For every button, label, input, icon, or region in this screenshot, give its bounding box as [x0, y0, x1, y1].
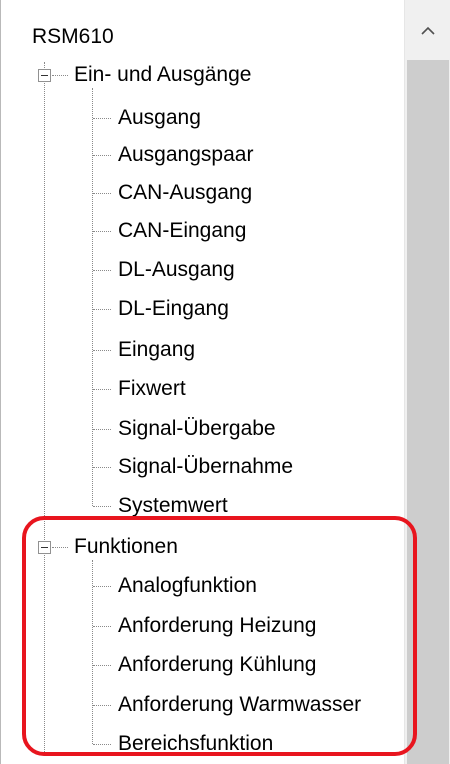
tree-item-dl-ausgang[interactable]: DL-Ausgang [118, 251, 235, 289]
tree-item-label: Eingang [118, 338, 196, 361]
tree-item-bereichsfunktion[interactable]: Bereichsfunktion [118, 725, 273, 763]
tree-connector [93, 665, 111, 666]
tree-item-can-ausgang[interactable]: CAN-Ausgang [118, 174, 252, 212]
tree-connector-root [44, 62, 45, 752]
tree-item-anforderung-heizung[interactable]: Anforderung Heizung [118, 607, 316, 645]
tree-item-signal-uebergabe[interactable]: Signal-Übergabe [118, 410, 276, 448]
tree-item-label: CAN-Ausgang [118, 181, 253, 204]
scroll-up-button[interactable] [405, 0, 450, 60]
tree-connector [93, 626, 111, 627]
scroll-track[interactable] [405, 60, 450, 764]
tree-connector [93, 193, 111, 194]
tree-node-label: Funktionen [74, 535, 178, 558]
tree-item-label: Fixwert [118, 377, 186, 400]
tree-item-label: Ausgang [118, 106, 201, 129]
tree-view: RSM610 Ein- und Ausgänge Ausgang Ausgang… [2, 0, 404, 764]
tree-connector [93, 389, 111, 390]
collapse-minus-icon[interactable] [38, 541, 51, 554]
tree-connector [93, 744, 111, 745]
tree-connector [93, 155, 111, 156]
tree-item-label: Anforderung Kühlung [118, 653, 317, 676]
tree-item-label: DL-Eingang [118, 297, 229, 320]
chevron-up-icon [421, 26, 435, 35]
tree-connector [93, 270, 111, 271]
tree-item-ausgang[interactable]: Ausgang [118, 99, 201, 137]
tree-item-anforderung-kuehlung[interactable]: Anforderung Kühlung [118, 646, 317, 684]
tree-root-rsm610[interactable]: RSM610 [32, 18, 114, 56]
tree-item-dl-eingang[interactable]: DL-Eingang [118, 290, 229, 328]
tree-item-label: Anforderung Warmwasser [118, 693, 362, 716]
tree-item-analogfunktion[interactable]: Analogfunktion [118, 567, 257, 605]
collapse-minus-icon[interactable] [38, 69, 51, 82]
tree-connector [93, 705, 111, 706]
tree-root-label: RSM610 [32, 25, 114, 48]
tree-connector [93, 118, 111, 119]
tree-connector [52, 75, 68, 76]
tree-item-label: Signal-Übernahme [118, 455, 294, 478]
tree-node-funktionen[interactable]: Funktionen [74, 528, 178, 566]
tree-node-label: Ein- und Ausgänge [74, 63, 252, 86]
tree-item-label: Ausgangspaar [118, 143, 254, 166]
tree-item-ausgangspaar[interactable]: Ausgangspaar [118, 136, 253, 174]
tree-item-label: Anforderung Heizung [118, 614, 317, 637]
tree-connector [93, 506, 111, 507]
tree-view-panel: RSM610 Ein- und Ausgänge Ausgang Ausgang… [0, 0, 450, 764]
tree-connector [93, 429, 111, 430]
tree-connector [93, 467, 111, 468]
tree-node-ein-und-ausgaenge[interactable]: Ein- und Ausgänge [74, 56, 251, 94]
tree-connector-group [92, 560, 93, 744]
tree-item-systemwert[interactable]: Systemwert [118, 487, 228, 525]
tree-item-signal-uebernahme[interactable]: Signal-Übernahme [118, 448, 293, 486]
tree-item-label: Bereichsfunktion [118, 732, 274, 755]
tree-item-label: CAN-Eingang [118, 219, 247, 242]
tree-connector [52, 547, 68, 548]
tree-item-label: Analogfunktion [118, 574, 257, 597]
tree-connector [93, 350, 111, 351]
vertical-scrollbar[interactable] [404, 0, 450, 764]
tree-item-label: DL-Ausgang [118, 258, 235, 281]
tree-connector-group [92, 88, 93, 506]
tree-item-label: Systemwert [118, 494, 228, 517]
tree-item-anforderung-warmwasser[interactable]: Anforderung Warmwasser [118, 686, 361, 724]
tree-item-fixwert[interactable]: Fixwert [118, 370, 186, 408]
tree-item-eingang[interactable]: Eingang [118, 331, 195, 369]
tree-item-can-eingang[interactable]: CAN-Eingang [118, 212, 246, 250]
scroll-thumb[interactable] [407, 60, 449, 764]
tree-connector [93, 231, 111, 232]
tree-item-label: Signal-Übergabe [118, 417, 276, 440]
tree-connector [93, 586, 111, 587]
tree-connector [93, 309, 111, 310]
